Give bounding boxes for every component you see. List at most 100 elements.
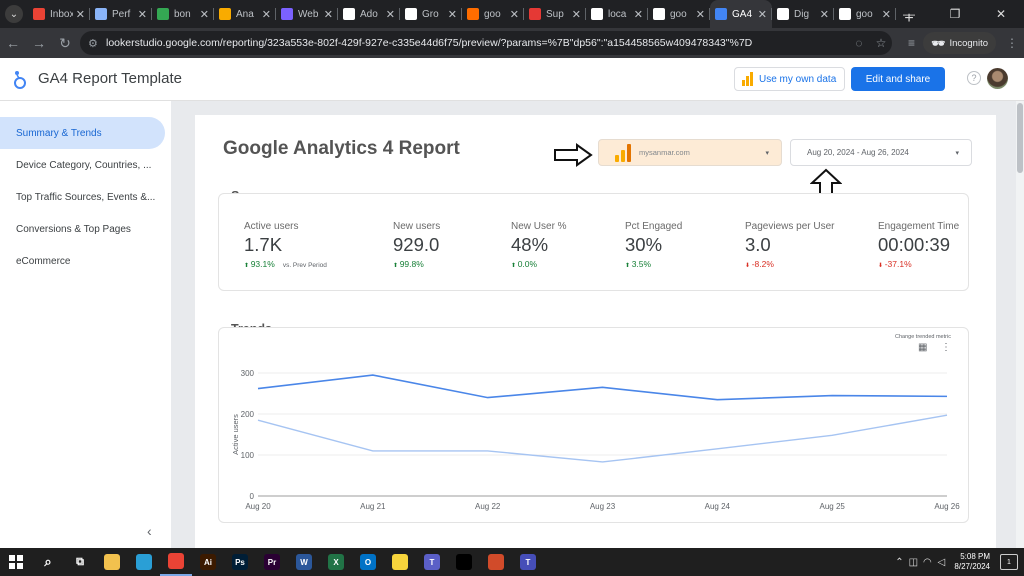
reading-list-icon[interactable]: ≡ [899,36,923,50]
collapse-sidebar-icon[interactable]: ‹ [147,523,152,539]
browser-tab[interactable]: Ado ✕ [338,0,400,28]
sidebar-page-item[interactable]: eCommerce [0,245,171,277]
close-tab-icon[interactable]: ✕ [448,8,457,21]
browser-tab[interactable]: Inbox ✕ [28,0,90,28]
file-explorer-taskbar-button[interactable] [96,548,128,576]
show-hidden-icons-icon[interactable]: ⌃ [892,557,906,568]
close-tab-icon[interactable]: ✕ [76,8,85,21]
address-bar[interactable]: ⚙ lookerstudio.google.com/reporting/323a… [80,31,892,55]
edit-and-share-button[interactable]: Edit and share [851,67,945,91]
kpi-label: Active users [244,221,299,232]
word-taskbar-button[interactable]: W [288,548,320,576]
sticky-notes-taskbar-button[interactable] [384,548,416,576]
browser-tab[interactable]: Ana ✕ [214,0,276,28]
close-tab-icon[interactable]: ✕ [386,8,395,21]
start-button[interactable] [0,548,32,576]
tab-title: Inbox [50,8,73,20]
photo-app-icon [488,554,504,570]
outlook-taskbar-button[interactable]: O [352,548,384,576]
browser-tab[interactable]: Gro ✕ [400,0,462,28]
chrome-taskbar-button[interactable] [160,548,192,576]
close-window-icon[interactable]: ✕ [978,0,1024,28]
browser-tab[interactable]: Dig ✕ [772,0,834,28]
premiere-taskbar-button[interactable]: Pr [256,548,288,576]
volume-icon[interactable]: ◁ [934,557,948,568]
clock-date: 8/27/2024 [954,562,990,571]
browser-tab[interactable]: GA4 ✕ [710,0,772,28]
close-tab-icon[interactable]: ✕ [820,8,829,21]
date-range-control[interactable]: Aug 20, 2024 - Aug 26, 2024 ▾ [790,139,972,166]
wifi-icon[interactable]: ◠ [920,557,934,568]
use-own-data-button[interactable]: Use my own data [734,67,845,91]
close-tab-icon[interactable]: ✕ [262,8,271,21]
tab-list: Inbox ✕ Perf ✕ bon ✕ Ana ✕ Web ✕ Ado ✕ Gro ✕ goo ✕ Sup ✕ l… [28,0,896,28]
task-view-icon[interactable]: ⧉ [64,548,96,576]
close-tab-icon[interactable]: ✕ [696,8,705,21]
arrow-up-icon: ⬆ [244,263,251,269]
browser-tab[interactable]: Web ✕ [276,0,338,28]
url-text[interactable]: lookerstudio.google.com/reporting/323a55… [106,37,848,49]
avatar[interactable] [987,68,1008,89]
illustrator-taskbar-button[interactable]: Ai [192,548,224,576]
x-tick-label: Aug 20 [245,502,271,511]
app-header: GA4 Report Template Use my own data Edit… [0,58,1024,101]
canvas-scrollbar[interactable] [1016,101,1024,548]
browser-tab[interactable]: Perf ✕ [90,0,152,28]
chart-settings-icon[interactable]: ▦ [918,342,927,353]
tab-search-button[interactable]: ⌄ [0,0,28,28]
back-icon[interactable]: ← [0,35,26,51]
browser-tab[interactable]: goo ✕ [462,0,524,28]
tab-title: goo [670,8,687,20]
reload-icon[interactable]: ↻ [52,35,78,52]
help-icon[interactable]: ? [967,71,981,85]
teams-taskbar-button[interactable]: T [416,548,448,576]
site-info-icon[interactable]: ⚙ [88,37,106,50]
network-icon[interactable]: ◫ [906,557,920,568]
chart-more-icon[interactable]: ⋮ [941,342,951,353]
eye-off-icon[interactable]: ◌ [848,36,870,50]
sidebar-page-item[interactable]: Conversions & Top Pages [0,213,171,245]
close-tab-icon[interactable]: ✕ [200,8,209,21]
browser-tab[interactable]: loca ✕ [586,0,648,28]
browser-tab[interactable]: bon ✕ [152,0,214,28]
tab-title: Ana [236,8,254,20]
incognito-badge[interactable]: 🕶 Incognito [923,32,996,54]
kpi-value: 929.0 [393,234,440,255]
close-tab-icon[interactable]: ✕ [634,8,643,21]
edge-taskbar-button[interactable] [128,548,160,576]
more-menu-icon[interactable]: ⋮ [1000,36,1024,50]
favicon-icon [95,8,107,20]
close-tab-icon[interactable]: ✕ [758,8,767,21]
bookmark-star-icon[interactable]: ☆ [870,36,892,50]
report-name[interactable]: GA4 Report Template [38,70,182,87]
close-tab-icon[interactable]: ✕ [572,8,581,21]
arrow-up-icon: ⬆ [625,263,632,269]
data-source-control[interactable]: mysanmar.com ▾ [598,139,782,166]
word-icon: W [296,554,312,570]
favicon-icon [343,8,355,20]
excel-taskbar-button[interactable]: X [320,548,352,576]
photo-app-taskbar-button[interactable] [480,548,512,576]
photoshop-taskbar-button[interactable]: Ps [224,548,256,576]
close-tab-icon[interactable]: ✕ [324,8,333,21]
search-icon[interactable]: ⌕ [32,548,64,576]
sidebar-page-item[interactable]: Top Traffic Sources, Events &... [0,181,171,213]
close-tab-icon[interactable]: ✕ [138,8,147,21]
sidebar-page-item[interactable]: Summary & Trends [0,117,165,149]
favicon-icon [33,8,45,20]
kpi-delta: ⬆ 99.8% [393,259,440,269]
restore-icon[interactable]: ❐ [932,0,978,28]
tab-title: Ado [360,8,378,20]
analytics-bars-icon [742,72,753,86]
notification-center-icon[interactable]: 1 [1000,554,1018,570]
clock[interactable]: 5:08 PM 8/27/2024 [954,552,990,572]
capcut-taskbar-button[interactable] [448,548,480,576]
minimize-icon[interactable]: — [886,0,932,28]
teams-2-taskbar-button[interactable]: T [512,548,544,576]
sidebar-page-item[interactable]: Device Category, Countries, ... [0,149,171,181]
browser-tab[interactable]: goo ✕ [648,0,710,28]
browser-tab[interactable]: Sup ✕ [524,0,586,28]
forward-icon[interactable]: → [26,35,52,51]
trends-line-chart[interactable]: 0 100 200 300 Aug 20 Aug 21 Aug 22 Aug 23 Aug 24… [220,355,968,520]
close-tab-icon[interactable]: ✕ [510,8,519,21]
